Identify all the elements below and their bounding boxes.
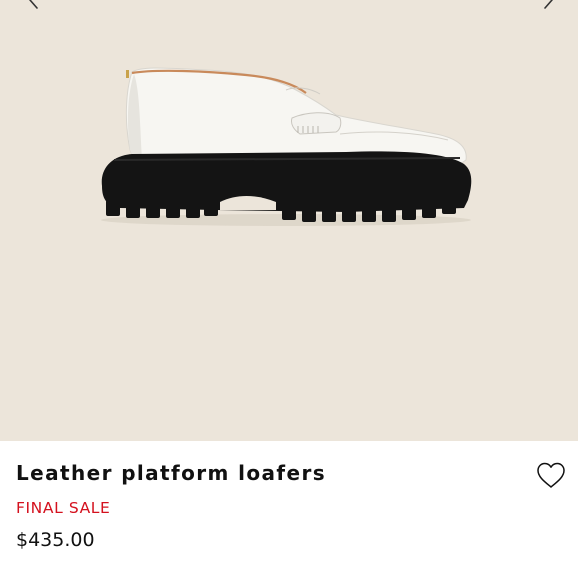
chevron-right-icon [544,0,553,9]
heart-outline-icon [537,462,565,488]
final-sale-badge: FINAL SALE [16,499,111,517]
chevron-left-icon [29,0,38,9]
wishlist-button[interactable] [535,460,567,492]
previous-image-button[interactable] [22,0,46,12]
next-image-button[interactable] [536,0,560,12]
product-info: Leather platform loafers FINAL SALE $435… [0,441,580,580]
product-title: Leather platform loafers [16,461,327,485]
product-image-gallery[interactable] [0,0,578,441]
product-page: Leather platform loafers FINAL SALE $435… [0,0,580,580]
product-price: $435.00 [16,529,95,551]
product-image-shoe [101,67,472,226]
